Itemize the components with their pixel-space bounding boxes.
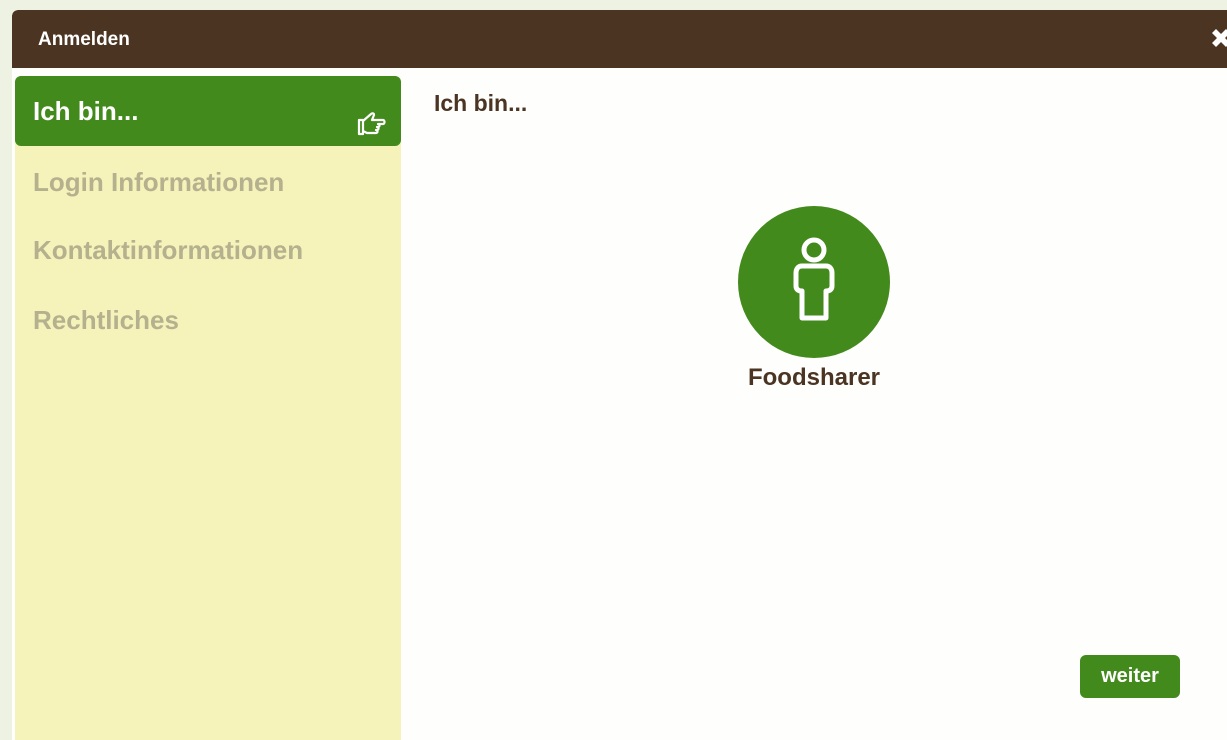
foodsharer-avatar[interactable]: [738, 206, 890, 358]
sidebar-item-rechtliches[interactable]: Rechtliches: [15, 286, 401, 354]
dialog-titlebar: Anmelden: [12, 10, 1227, 68]
steps-sidebar: Ich bin... Login Informationen Kontaktin…: [15, 76, 401, 740]
sidebar-item-login-informationen[interactable]: Login Informationen: [15, 148, 401, 216]
hand-pointing-icon: [355, 95, 387, 136]
foodsharer-option[interactable]: Foodsharer: [728, 206, 900, 392]
close-x-icon[interactable]: [1207, 24, 1227, 52]
next-button[interactable]: weiter: [1080, 655, 1180, 698]
foodsharer-label: Foodsharer: [747, 364, 881, 391]
step-heading: Ich bin...: [434, 90, 528, 116]
dialog-title: Anmelden: [38, 29, 130, 50]
sidebar-item-ich-bin[interactable]: Ich bin...: [15, 76, 401, 146]
signup-dialog: Anmelden Ich bin... Login Informationen …: [12, 10, 1227, 740]
sidebar-item-label: Ich bin...: [33, 96, 139, 126]
sidebar-item-label: Rechtliches: [33, 305, 179, 335]
sidebar-item-label: Login Informationen: [33, 167, 285, 197]
person-icon: [793, 237, 835, 321]
sidebar-item-kontaktinformationen[interactable]: Kontaktinformationen: [15, 216, 401, 284]
sidebar-item-label: Kontaktinformationen: [33, 235, 304, 265]
